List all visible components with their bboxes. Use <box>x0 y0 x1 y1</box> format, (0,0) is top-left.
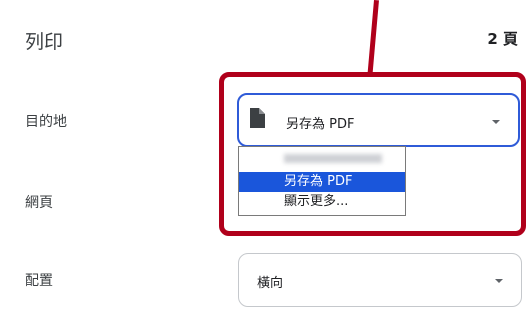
destination-value: 另存為 PDF <box>286 117 355 132</box>
layout-label: 配置 <box>25 273 53 289</box>
pages-label: 網頁 <box>25 195 53 211</box>
destination-dropdown-list: 另存為 PDF 顯示更多... <box>238 146 406 216</box>
layout-select[interactable]: 橫向 <box>238 253 522 307</box>
dropdown-option-show-more[interactable]: 顯示更多... <box>239 192 405 212</box>
destination-label: 目的地 <box>25 114 67 130</box>
page-count: 2 頁 <box>487 30 518 48</box>
destination-select[interactable]: 另存為 PDF <box>237 93 520 147</box>
chevron-down-icon <box>492 120 500 124</box>
print-panel: 列印 2 頁 目的地 網頁 配置 另存為 PDF 另存為 PDF 顯示更多...… <box>0 0 529 324</box>
document-icon <box>250 108 265 128</box>
layout-value: 橫向 <box>257 276 284 291</box>
blurred-printer-name <box>284 154 382 163</box>
dropdown-option-save-as-pdf[interactable]: 另存為 PDF <box>239 172 405 192</box>
print-title: 列印 <box>25 31 64 53</box>
chevron-down-icon <box>495 279 503 283</box>
dropdown-option-printer[interactable] <box>239 149 405 167</box>
